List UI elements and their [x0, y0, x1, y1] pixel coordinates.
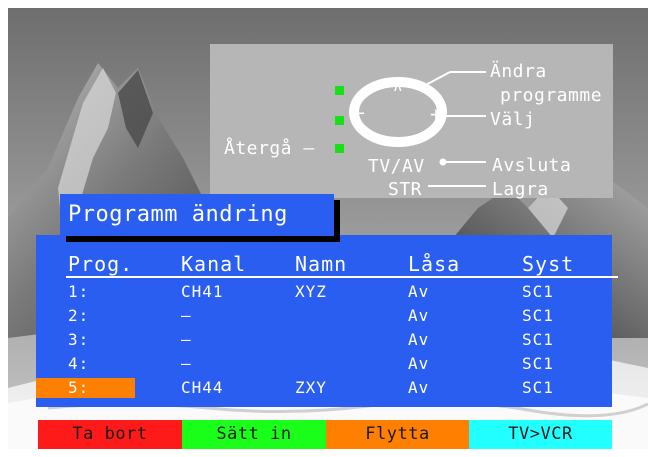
row-2-lasa[interactable]: Av — [408, 306, 429, 326]
row-2-prog[interactable]: 2: — [68, 306, 89, 326]
row-4-prog[interactable]: 4: — [68, 354, 89, 374]
tv-vcr-button[interactable]: TV>VCR — [469, 420, 612, 449]
program-table-panel: Prog. Kanal Namn Låsa Syst 1: CH41 XYZ A… — [36, 235, 618, 407]
column-header-kanal: Kanal — [181, 252, 247, 276]
row-4-kanal[interactable]: – — [181, 354, 192, 374]
row-2-kanal[interactable]: – — [181, 306, 192, 326]
row-4-lasa[interactable]: Av — [408, 354, 429, 374]
remote-help-panel: ∧ ∨ − + Ändra programme Välj Återgå – TV… — [210, 44, 613, 200]
row-3-kanal[interactable]: – — [181, 330, 192, 350]
menu-title: Programm ändring — [68, 202, 288, 227]
row-5-kanal[interactable]: CH44 — [181, 378, 224, 398]
row-4-syst[interactable]: SC1 — [522, 354, 554, 374]
menu-title-box: Programm ändring — [60, 194, 334, 236]
row-1-kanal[interactable]: CH41 — [181, 282, 224, 302]
column-header-prog: Prog. — [68, 252, 134, 276]
delete-button[interactable]: Ta bort — [38, 420, 182, 449]
row-3-lasa[interactable]: Av — [408, 330, 429, 350]
row-5-lasa[interactable]: Av — [408, 378, 429, 398]
help-change-label-2: programme — [500, 85, 603, 106]
row-1-namn[interactable]: XYZ — [295, 282, 327, 302]
row-2-syst[interactable]: SC1 — [522, 306, 554, 326]
row-1-prog[interactable]: 1: — [68, 282, 89, 302]
dpad-plus-icon: + — [430, 102, 443, 126]
help-select-label: Välj — [490, 109, 536, 130]
row-1-syst[interactable]: SC1 — [522, 282, 554, 302]
help-change-label-1: Ändra — [490, 61, 547, 82]
header-divider — [66, 276, 618, 278]
dpad-minus-icon: − — [354, 103, 366, 124]
row-5-syst[interactable]: SC1 — [522, 378, 554, 398]
tv-frame: ∧ ∨ − + Ändra programme Välj Återgå – TV… — [8, 8, 648, 449]
move-button[interactable]: Flytta — [326, 420, 469, 449]
tv-screen: ∧ ∨ − + Ändra programme Välj Återgå – TV… — [0, 0, 656, 457]
row-3-prog[interactable]: 3: — [68, 330, 89, 350]
indicator-dot-middle — [335, 116, 344, 125]
column-header-lasa: Låsa — [408, 252, 461, 276]
row-5-prog[interactable]: 5: — [68, 378, 89, 398]
dpad-up-icon: ∧ — [393, 76, 404, 95]
row-5-namn[interactable]: ZXY — [295, 378, 327, 398]
insert-button[interactable]: Sätt in — [182, 420, 326, 449]
indicator-dot-bottom — [335, 144, 344, 153]
help-tvav-label: TV/AV — [368, 156, 425, 177]
help-str-label: STR — [388, 179, 423, 200]
help-back-label: Återgå – — [224, 138, 315, 159]
row-3-syst[interactable]: SC1 — [522, 330, 554, 350]
column-header-namn: Namn — [295, 252, 348, 276]
help-exit-label: Avsluta — [492, 155, 572, 176]
help-save-label: Lagra — [492, 179, 549, 200]
column-header-syst: Syst — [522, 252, 575, 276]
row-1-lasa[interactable]: Av — [408, 282, 429, 302]
indicator-dot-top — [335, 86, 344, 95]
dpad-down-icon: ∨ — [393, 132, 404, 151]
